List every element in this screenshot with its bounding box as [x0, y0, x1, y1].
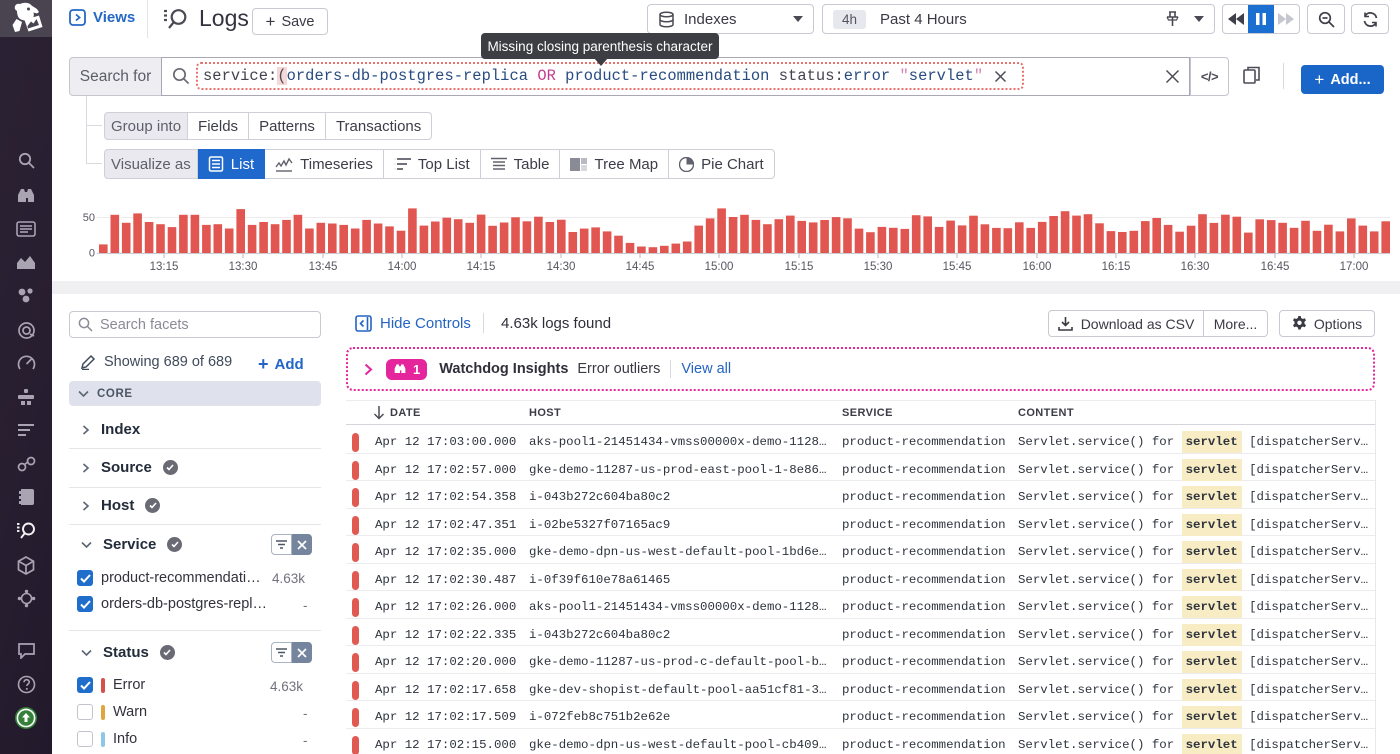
svg-text:16:30: 16:30 — [1181, 261, 1210, 273]
svg-text:14:15: 14:15 — [467, 261, 496, 273]
svg-text:13:45: 13:45 — [309, 261, 338, 273]
svg-text:13:30: 13:30 — [229, 261, 258, 273]
svg-text:13:15: 13:15 — [150, 261, 179, 273]
svg-text:14:00: 14:00 — [388, 261, 417, 273]
svg-text:50: 50 — [83, 212, 95, 224]
svg-text:17:00: 17:00 — [1340, 261, 1369, 273]
svg-text:16:45: 16:45 — [1261, 261, 1290, 273]
svg-text:0: 0 — [89, 248, 95, 260]
svg-text:16:00: 16:00 — [1023, 261, 1052, 273]
svg-text:15:45: 15:45 — [943, 261, 972, 273]
svg-text:16:15: 16:15 — [1102, 261, 1131, 273]
svg-text:15:00: 15:00 — [705, 261, 734, 273]
svg-text:15:15: 15:15 — [785, 261, 814, 273]
svg-text:14:45: 14:45 — [626, 261, 655, 273]
svg-text:14:30: 14:30 — [547, 261, 576, 273]
svg-text:15:30: 15:30 — [864, 261, 893, 273]
